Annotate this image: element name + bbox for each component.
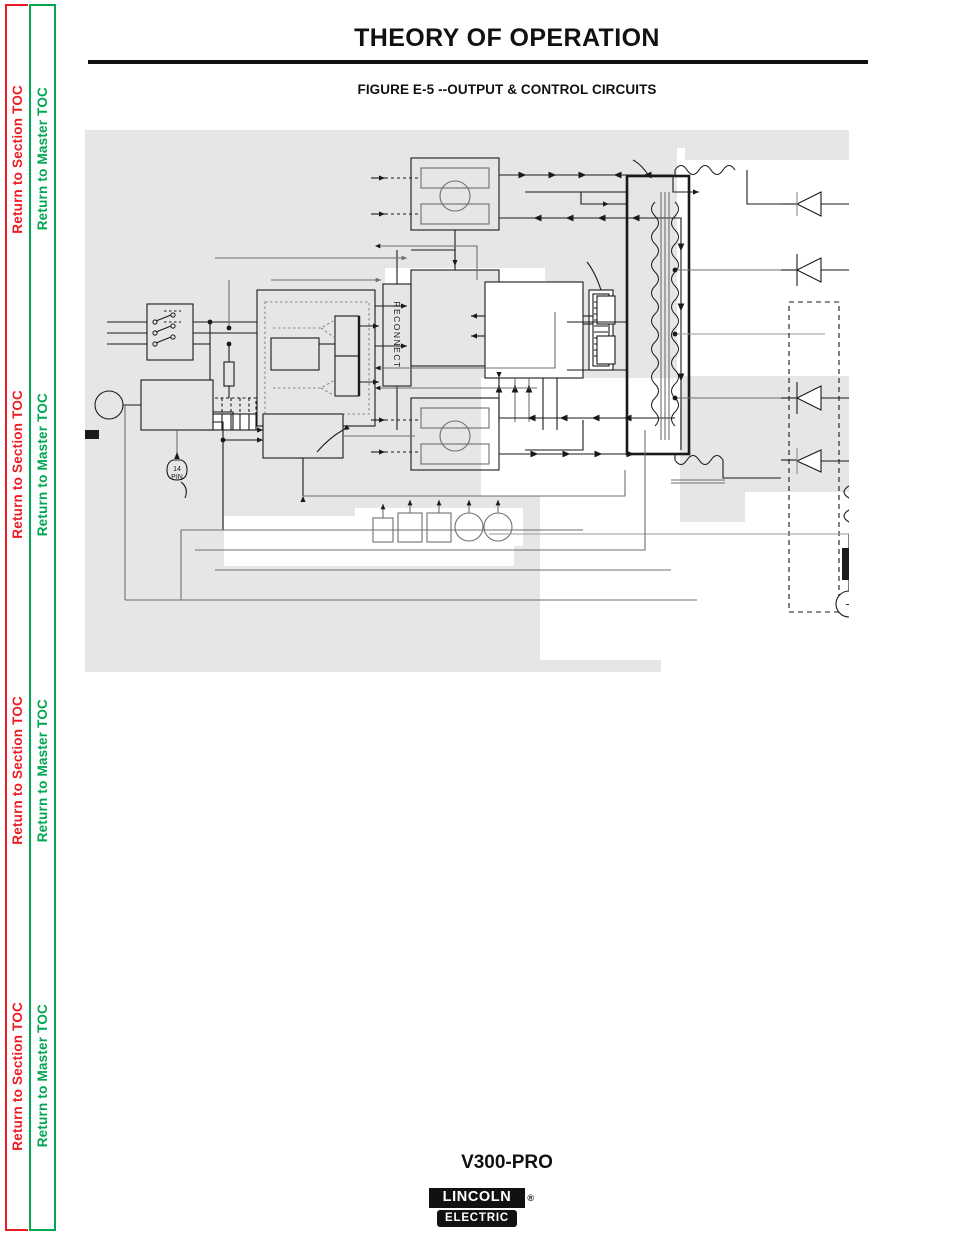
registered-trademark-icon: ®: [527, 1193, 534, 1203]
brand-name-primary: LINCOLN: [429, 1188, 525, 1209]
sidebar-item-master-toc[interactable]: Return to Master TOC: [35, 1004, 50, 1147]
connector-14pin-count: 14: [173, 466, 181, 473]
sidebar-item-master-toc[interactable]: Return to Master TOC: [35, 393, 50, 536]
title-divider: [88, 60, 868, 64]
brand-name-secondary: ELECTRIC: [437, 1209, 517, 1227]
navigation-rails: Return to Section TOC Return to Section …: [0, 0, 60, 1235]
reconnect-label: RECONNECT: [392, 301, 402, 368]
output-control-circuit-schematic: + − RECONNECT: [85, 148, 849, 672]
sidebar-master-toc-rail[interactable]: Return to Master TOC Return to Master TO…: [29, 4, 56, 1231]
sidebar-item-section-toc[interactable]: Return to Section TOC: [10, 85, 25, 234]
page-title: THEORY OF OPERATION: [354, 24, 660, 52]
sidebar-item-section-toc[interactable]: Return to Section TOC: [10, 390, 25, 539]
brand-logo: LINCOLN ® ELECTRIC: [0, 1188, 954, 1227]
sidebar-item-section-toc[interactable]: Return to Section TOC: [10, 696, 25, 845]
schematic-diagram-panel: + − RECONNECT: [85, 130, 849, 672]
figure-caption: FIGURE E-5 --OUTPUT & CONTROL CIRCUITS: [357, 82, 657, 97]
model-name: V300-PRO: [461, 1152, 553, 1173]
sidebar-section-toc-rail[interactable]: Return to Section TOC Return to Section …: [5, 4, 28, 1231]
output-negative-terminal-label: −: [845, 597, 849, 612]
connector-14pin-unit: PIN: [171, 474, 183, 481]
sidebar-item-master-toc[interactable]: Return to Master TOC: [35, 87, 50, 230]
sidebar-item-section-toc[interactable]: Return to Section TOC: [10, 1002, 25, 1151]
sidebar-item-master-toc[interactable]: Return to Master TOC: [35, 699, 50, 842]
